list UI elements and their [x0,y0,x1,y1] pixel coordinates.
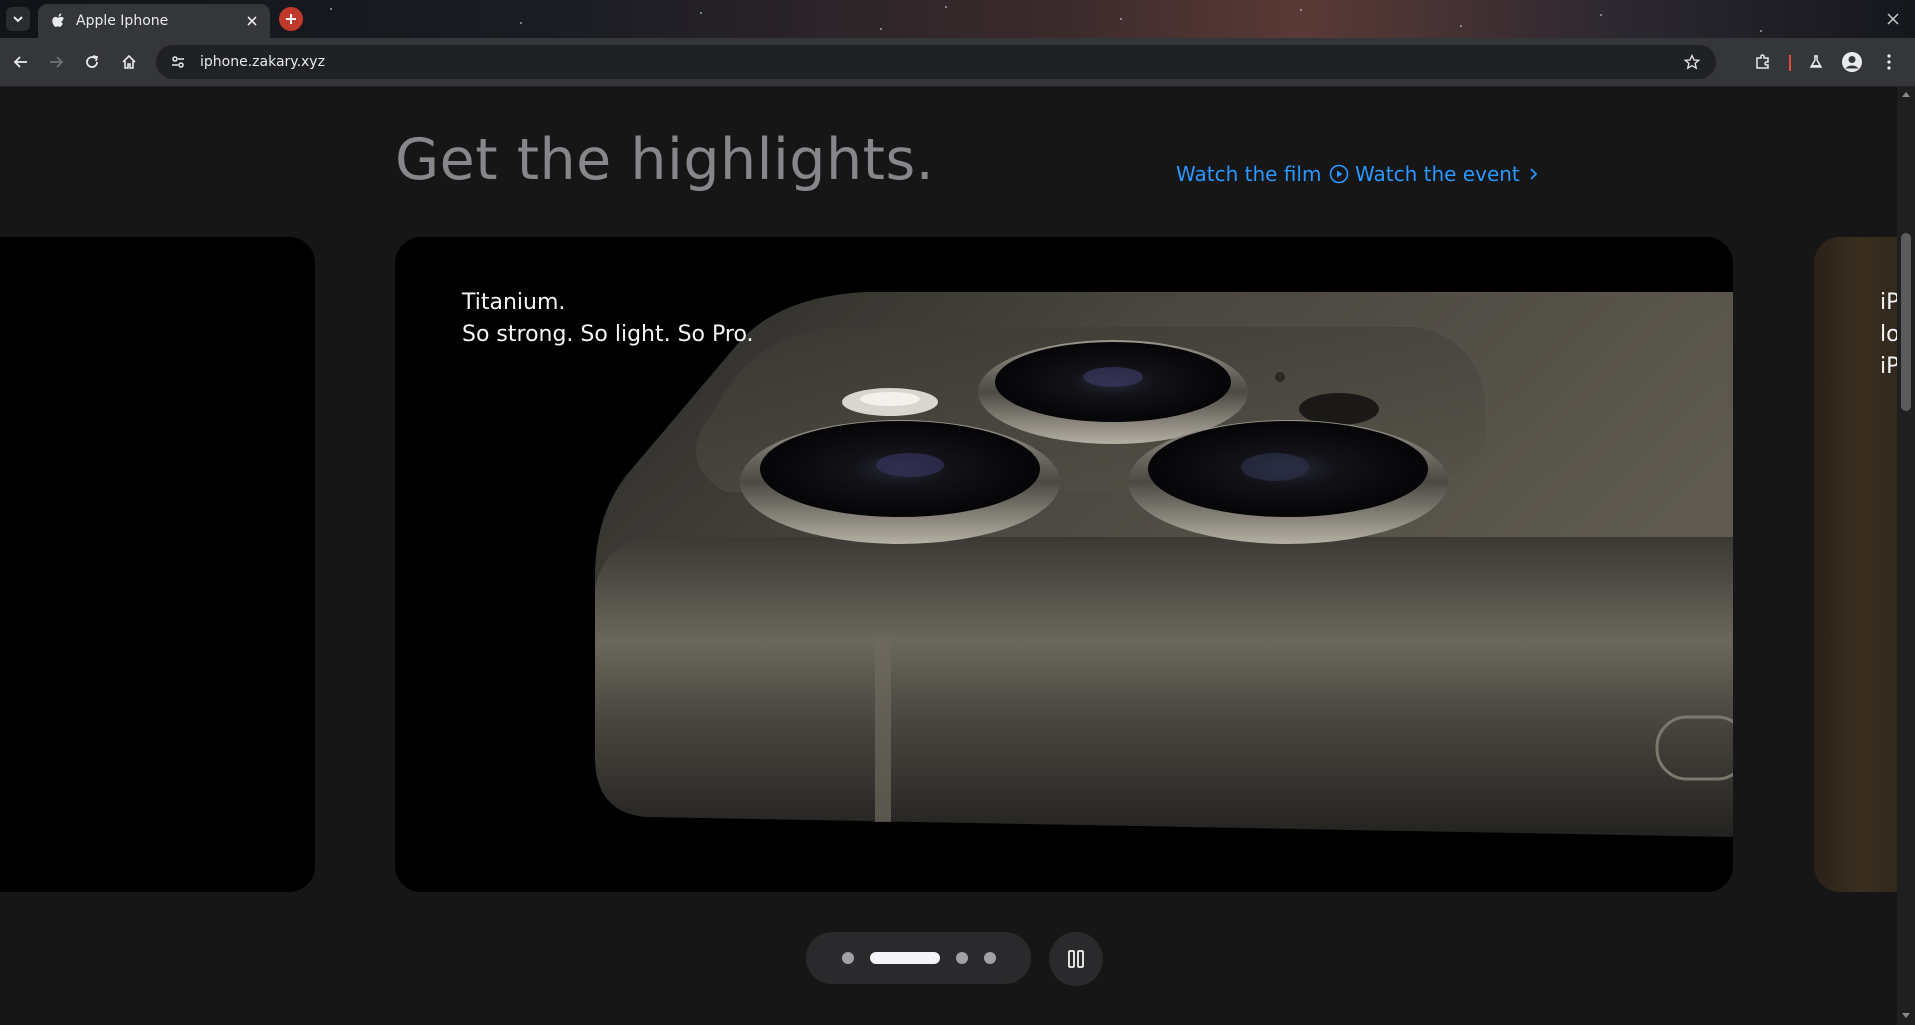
gallery-slide-next[interactable]: iP lo iP [1814,237,1897,892]
tab-title: Apple Iphone [76,13,169,29]
page-scrollbar[interactable] [1897,87,1915,1025]
play-circle-icon [1330,164,1349,184]
window-close-icon[interactable] [1883,9,1903,29]
slide-caption: iP lo iP [1880,287,1897,383]
back-button[interactable] [9,50,33,74]
slide-caption-line: iP [1880,290,1897,315]
carousel-dot[interactable] [841,952,854,964]
carousel-dot[interactable] [955,952,968,964]
wallpaper-star [520,22,522,24]
tab-strip: Apple Iphone [0,0,1915,38]
address-bar[interactable]: iphone.zakary.xyz [156,45,1716,79]
plus-icon [286,14,296,24]
browser-menu-button[interactable] [1877,50,1901,74]
arrow-left-icon [13,56,27,68]
watch-event-link[interactable]: Watch the event [1355,162,1538,186]
reload-icon [86,55,99,68]
labs-button[interactable] [1804,50,1828,74]
wallpaper-star [1300,9,1302,11]
profile-button[interactable] [1840,50,1864,74]
wallpaper-star [945,6,947,8]
carousel-dot[interactable] [983,952,996,964]
browser-toolbar: iphone.zakary.xyz [0,38,1915,87]
forward-button[interactable] [44,50,68,74]
wallpaper-star [1600,14,1602,16]
slide-caption-line: lo [1880,322,1897,347]
chevron-down-icon [13,16,23,23]
new-tab-button[interactable] [279,7,303,31]
chevron-right-icon [1530,168,1538,180]
close-tab-icon[interactable] [242,11,262,31]
scrollbar-thumb[interactable] [1901,233,1911,411]
watch-event-label: Watch the event [1355,162,1520,186]
url-text: iphone.zakary.xyz [200,54,325,70]
site-info-icon[interactable] [166,50,190,74]
slide-caption-line: Titanium. [462,290,566,315]
carousel-dot-nav [806,932,1031,984]
extensions-button[interactable] [1751,50,1775,74]
reload-button[interactable] [80,50,104,74]
wallpaper-star [1760,30,1762,32]
wallpaper-star [1120,18,1122,20]
flask-icon [1809,55,1823,68]
tab-search-button[interactable] [6,7,30,31]
avatar-icon [1842,52,1862,72]
home-icon [122,54,136,69]
gallery-slide-titanium[interactable]: Titanium. So strong. So light. So Pro. [395,237,1733,892]
wallpaper-star [880,28,882,30]
section-heading: Get the highlights. [395,127,935,193]
puzzle-icon [1756,54,1769,69]
wallpaper-star [330,8,332,10]
browser-tab[interactable]: Apple Iphone [38,4,270,38]
gallery-slide-previous[interactable] [0,237,315,892]
page-content: Get the highlights. Watch the film Watch… [0,87,1897,1025]
arrow-right-icon [50,56,64,68]
home-button[interactable] [117,50,141,74]
apple-logo-icon [50,13,66,29]
scroll-down-arrow-icon[interactable] [1901,1011,1911,1021]
wallpaper-star [1460,25,1462,27]
carousel-dot-active[interactable] [869,952,940,964]
slide-caption-line: So strong. So light. So Pro. [462,322,754,347]
toolbar-divider [1789,55,1791,71]
slide-caption-line: iP [1880,354,1897,379]
carousel-pause-button[interactable] [1049,932,1103,986]
watch-film-link[interactable]: Watch the film [1176,162,1349,186]
bookmark-star-icon[interactable] [1680,50,1704,74]
pause-icon [1068,950,1084,968]
slide-caption: Titanium. So strong. So light. So Pro. [462,287,754,351]
scroll-up-arrow-icon[interactable] [1901,89,1911,99]
kebab-menu-icon [1887,54,1891,70]
watch-film-label: Watch the film [1176,162,1322,186]
wallpaper-star [700,12,702,14]
